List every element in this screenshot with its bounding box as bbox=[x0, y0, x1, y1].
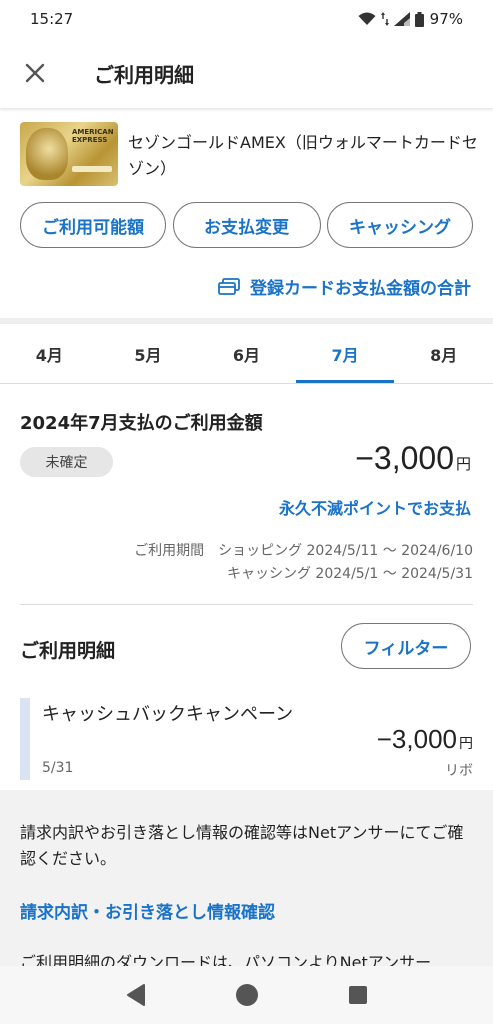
action-buttons: ご利用可能額 お支払変更 キャッシング bbox=[20, 202, 473, 248]
centurion-graphic bbox=[26, 128, 68, 180]
registered-cards-total-link[interactable]: 登録カードお支払金額の合計 bbox=[218, 274, 471, 299]
back-triangle-icon bbox=[126, 984, 145, 1006]
recents-button[interactable] bbox=[338, 975, 378, 1015]
filter-button[interactable]: フィルター bbox=[341, 623, 471, 669]
card-name: セゾンゴールドAMEX（旧ウォルマートカードセゾン） bbox=[128, 133, 478, 178]
info-panel: 請求内訳やお引き落とし情報の確認等はNetアンサーにてご確認ください。 請求内訳… bbox=[0, 790, 493, 966]
data-arrows-icon bbox=[380, 12, 389, 26]
card-info: AMERICAN EXPRESS セゾンゴールドAMEX（旧ウォルマートカードセゾ… bbox=[20, 122, 480, 186]
divider bbox=[20, 604, 473, 605]
tab-may[interactable]: 5月 bbox=[99, 324, 198, 383]
status-badge: 未確定 bbox=[20, 447, 113, 477]
back-button[interactable] bbox=[116, 975, 156, 1015]
tab-june[interactable]: 6月 bbox=[197, 324, 296, 383]
period-shopping: ご利用期間 ショッピング 2024/5/11 〜 2024/6/10 bbox=[134, 543, 473, 559]
item-amount: −3,000 円 bbox=[377, 724, 473, 755]
close-button[interactable] bbox=[0, 38, 70, 108]
status-time: 15:27 bbox=[30, 10, 74, 28]
status-bar: 15:27 97% bbox=[0, 0, 493, 38]
summary-title: 2024年7月支払のご利用金額 bbox=[20, 413, 263, 434]
period-cashing: キャッシング 2024/5/1 〜 2024/5/31 bbox=[226, 566, 473, 582]
point-payment-link[interactable]: 永久不滅ポイントでお支払 bbox=[279, 495, 471, 519]
payment-change-button[interactable]: お支払変更 bbox=[172, 202, 321, 248]
usage-period: ご利用期間 ショッピング 2024/5/11 〜 2024/6/10 キャッシン… bbox=[134, 540, 473, 586]
recents-square-icon bbox=[348, 986, 367, 1004]
status-icons bbox=[358, 11, 424, 27]
tab-july[interactable]: 7月 bbox=[295, 324, 395, 383]
card-signature-strip bbox=[72, 166, 112, 172]
status-right: 97% bbox=[358, 10, 463, 28]
cashing-button[interactable]: キャッシング bbox=[327, 202, 473, 248]
close-icon bbox=[25, 63, 45, 83]
app-header: ご利用明細 bbox=[0, 38, 493, 108]
signal-icon bbox=[393, 12, 410, 26]
total-amount: −3,000 円 bbox=[355, 440, 471, 477]
amex-logo: AMERICAN EXPRESS bbox=[72, 128, 114, 144]
item-accent-bar bbox=[20, 698, 30, 780]
total-link-label: 登録カードお支払金額の合計 bbox=[250, 279, 471, 299]
item-name: キャッシュバックキャンペーン bbox=[42, 704, 294, 725]
tab-august[interactable]: 8月 bbox=[394, 324, 493, 383]
available-amount-button[interactable]: ご利用可能額 bbox=[20, 202, 166, 248]
month-tabs: 4月 5月 6月 7月 8月 bbox=[0, 324, 493, 384]
download-info-text: ご利用明細のダウンロードは、パソコンよりNetアンサー bbox=[20, 953, 432, 966]
list-item[interactable]: キャッシュバックキャンペーン 5/31 −3,000 円 リボ bbox=[20, 698, 473, 780]
billing-details-link[interactable]: 請求内訳・お引き落とし情報確認 bbox=[20, 898, 275, 923]
item-payment-type: リボ bbox=[445, 763, 473, 779]
home-circle-icon bbox=[235, 984, 258, 1006]
wifi-icon bbox=[358, 12, 376, 25]
info-text: 請求内訳やお引き落とし情報の確認等はNetアンサーにてご確認ください。 bbox=[20, 823, 464, 868]
item-yen-unit: 円 bbox=[459, 735, 473, 751]
total-amount-value: −3,000 bbox=[355, 440, 454, 476]
system-nav-bar bbox=[0, 966, 493, 1024]
item-amount-value: −3,000 bbox=[376, 724, 457, 754]
battery-icon bbox=[414, 11, 424, 27]
home-button[interactable] bbox=[227, 975, 267, 1015]
battery-level: 97% bbox=[429, 10, 463, 28]
card-image: AMERICAN EXPRESS bbox=[20, 122, 118, 186]
cards-icon bbox=[218, 277, 240, 295]
yen-unit: 円 bbox=[455, 456, 471, 473]
tab-april[interactable]: 4月 bbox=[0, 324, 99, 383]
page-title: ご利用明細 bbox=[94, 62, 194, 87]
item-date: 5/31 bbox=[42, 760, 74, 776]
details-title: ご利用明細 bbox=[20, 640, 116, 662]
